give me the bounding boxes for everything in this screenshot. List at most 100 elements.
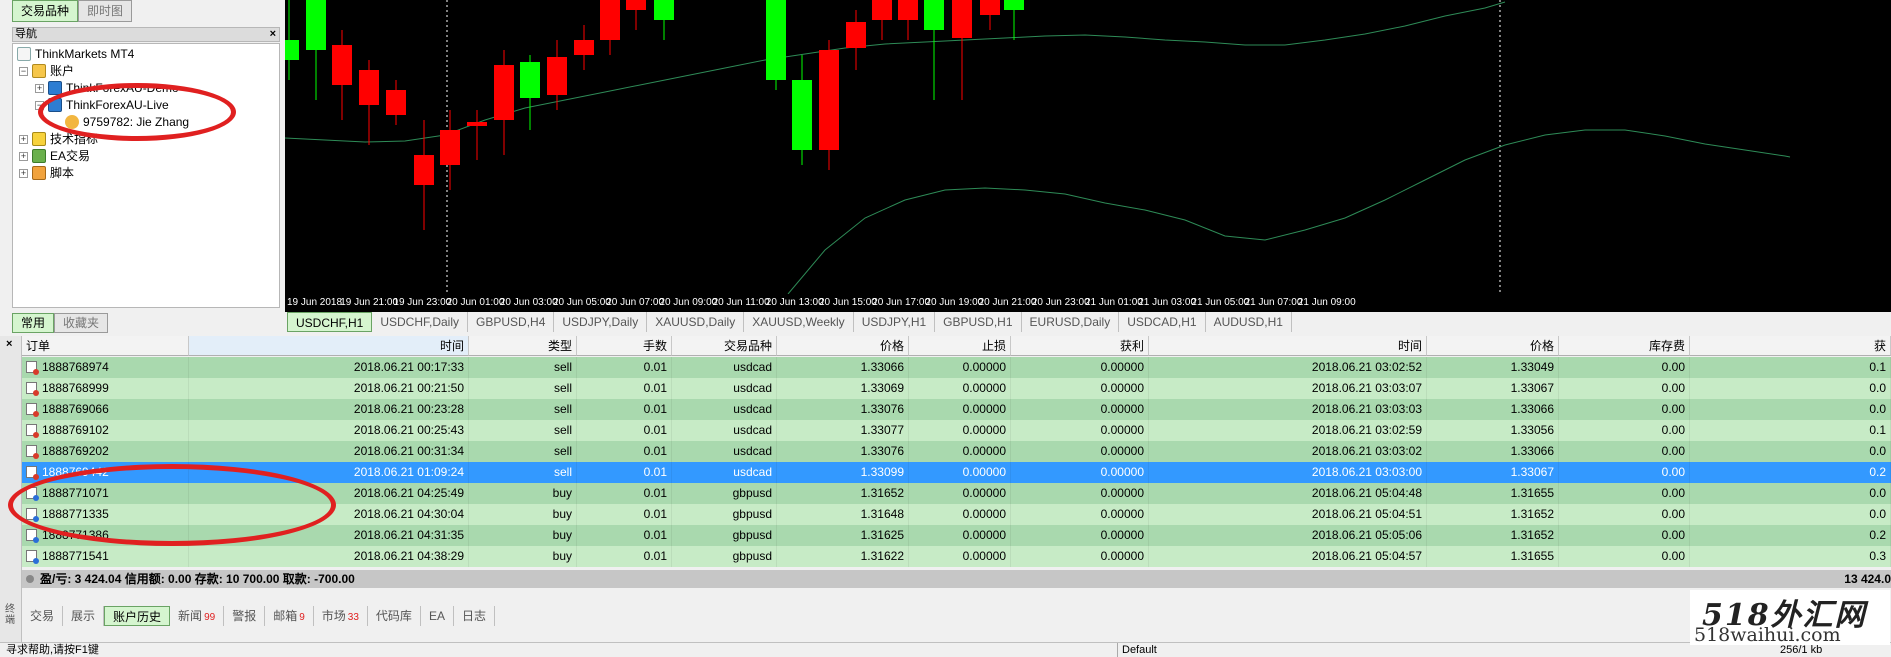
table-cell: 1.33076	[777, 441, 909, 462]
navigator-close-icon[interactable]: ×	[270, 28, 276, 41]
tree-item-accounts[interactable]: − 账户	[19, 62, 74, 80]
table-row[interactable]: 1888769102 2018.06.21 00:25:43 sell 0.01 usd…	[22, 420, 1891, 441]
terminal-tab[interactable]: 警报	[224, 606, 266, 626]
table-row[interactable]: 1888768999 2018.06.21 00:21:50 sell 0.01 usd…	[22, 378, 1891, 399]
terminal-tab[interactable]: 展示	[63, 606, 105, 626]
tree-item-user[interactable]: 9759782: Jie Zhang	[65, 113, 189, 131]
terminal-tab-badge: 9	[299, 612, 305, 623]
status-profile[interactable]: Default	[1117, 643, 1157, 657]
expand-icon[interactable]: +	[19, 168, 28, 178]
chart-tab[interactable]: XAUUSD,Daily	[647, 312, 745, 332]
chart-tab[interactable]: AUDUSD,H1	[1206, 312, 1292, 332]
tree-item-root[interactable]: ThinkMarkets MT4	[17, 45, 134, 63]
column-header[interactable]: 交易品种	[672, 336, 777, 356]
summary-total: 13 424.0	[1844, 572, 1891, 586]
column-header[interactable]: 库存费	[1559, 336, 1690, 356]
tab-common[interactable]: 常用	[12, 313, 55, 333]
column-header[interactable]: 获利	[1011, 336, 1149, 356]
candle-body	[332, 45, 352, 85]
column-header[interactable]: 手数	[577, 336, 672, 356]
tree-item-live-server[interactable]: − ThinkForexAU-Live	[35, 96, 169, 114]
buy-order-icon	[26, 487, 39, 501]
tree-item-label: ThinkForexAU-Live	[66, 98, 169, 112]
watermark-url: 518waihui.com	[1694, 624, 1841, 646]
chart-tab[interactable]: GBPUSD,H1	[935, 312, 1022, 332]
terminal-tab[interactable]: 邮箱 9	[265, 606, 314, 626]
expand-icon[interactable]: +	[19, 151, 28, 161]
table-cell: 0.00	[1559, 462, 1690, 483]
table-cell: buy	[469, 546, 577, 567]
candle-body	[574, 40, 594, 55]
table-cell: 0.0	[1690, 504, 1891, 525]
table-row[interactable]: 1888771386 2018.06.21 04:31:35 buy 0.01 gbpu…	[22, 525, 1891, 546]
table-cell: 2018.06.21 00:23:28	[189, 399, 469, 420]
tree-item-demo-server[interactable]: + ThinkForexAU-Demo	[35, 79, 179, 97]
chart-tab[interactable]: GBPUSD,H4	[468, 312, 555, 332]
chart-tab[interactable]: EURUSD,Daily	[1022, 312, 1120, 332]
table-cell: 0.00000	[909, 357, 1011, 378]
table-cell: 2018.06.21 03:03:00	[1149, 462, 1427, 483]
terminal-tab[interactable]: 新闻 99	[170, 606, 225, 626]
table-row[interactable]: 1888771335 2018.06.21 04:30:04 buy 0.01 gbpu…	[22, 504, 1891, 525]
table-cell: 2018.06.21 04:30:04	[189, 504, 469, 525]
column-header[interactable]: 订单	[22, 336, 189, 356]
tab-favorites[interactable]: 收藏夹	[54, 313, 109, 333]
candlestick-plot[interactable]	[285, 0, 1891, 294]
table-row[interactable]: 1888768974 2018.06.21 00:17:33 sell 0.01 usd…	[22, 357, 1891, 378]
candle-body	[654, 0, 674, 20]
table-cell: 2018.06.21 05:04:48	[1149, 483, 1427, 504]
time-tick-label: 20 Jun 05:00	[553, 297, 611, 308]
column-header[interactable]: 时间	[189, 336, 469, 356]
time-tick-label: 19 Jun 21:00	[340, 297, 399, 308]
table-row[interactable]: 1888771071 2018.06.21 04:25:49 buy 0.01 gbpu…	[22, 483, 1891, 504]
table-row[interactable]: 1888771541 2018.06.21 04:38:29 buy 0.01 gbpu…	[22, 546, 1891, 567]
tree-item-ea[interactable]: + EA交易	[19, 147, 90, 165]
terminal-tab[interactable]: 日志	[454, 606, 495, 626]
chart-tab[interactable]: USDJPY,H1	[854, 312, 936, 332]
tree-item-scripts[interactable]: + 脚本	[19, 164, 74, 182]
table-cell: 0.00000	[909, 399, 1011, 420]
table-cell: 0.00000	[909, 378, 1011, 399]
terminal-tab-label: 警报	[232, 609, 257, 623]
chart-tab[interactable]: USDJPY,Daily	[554, 312, 648, 332]
column-header[interactable]: 类型	[469, 336, 577, 356]
collapse-icon[interactable]: −	[35, 100, 44, 110]
chart-tab[interactable]: USDCHF,H1	[287, 312, 373, 332]
terminal-tab[interactable]: EA	[421, 606, 454, 626]
terminal-close-icon[interactable]: ×	[6, 338, 12, 350]
column-header[interactable]: 止损	[909, 336, 1011, 356]
table-cell: gbpusd	[672, 525, 777, 546]
table-cell: usdcad	[672, 462, 777, 483]
table-cell: 0.0	[1690, 378, 1891, 399]
table-cell: 0.00000	[909, 441, 1011, 462]
expand-icon[interactable]: +	[19, 134, 28, 144]
price-chart[interactable]: 19 Jun 2018 19 Jun 21:00 19 Jun 23:00 20 Ju…	[285, 0, 1891, 312]
terminal-tab[interactable]: 代码库	[368, 606, 421, 626]
table-row[interactable]: 1888769442 2018.06.21 01:09:24 sell 0.01 usd…	[22, 462, 1891, 483]
column-header[interactable]: 时间	[1149, 336, 1427, 356]
terminal-tab[interactable]: 市场 33	[314, 606, 368, 626]
chart-tab[interactable]: USDCHF,Daily	[372, 312, 469, 332]
navigator-title: 导航	[15, 28, 37, 40]
column-header[interactable]: 价格	[777, 336, 909, 356]
column-header[interactable]: 价格	[1427, 336, 1559, 356]
table-row[interactable]: 1888769202 2018.06.21 00:31:34 sell 0.01 usd…	[22, 441, 1891, 462]
terminal-tab[interactable]: 交易	[22, 606, 64, 626]
indicator-icon	[32, 132, 46, 146]
tree-item-label: EA交易	[50, 149, 91, 163]
table-row[interactable]: 1888769066 2018.06.21 00:23:28 sell 0.01 usd…	[22, 399, 1891, 420]
tab-symbols[interactable]: 交易品种	[12, 0, 79, 22]
terminal-side-strip: × 终端	[0, 336, 22, 642]
tab-tick-chart[interactable]: 即时图	[78, 0, 133, 22]
terminal-tab[interactable]: 账户历史	[104, 606, 171, 626]
table-cell: 1.31652	[1427, 504, 1559, 525]
chart-tab[interactable]: USDCAD,H1	[1119, 312, 1206, 332]
collapse-icon[interactable]: −	[19, 66, 28, 76]
expand-icon[interactable]: +	[35, 83, 44, 93]
table-cell: 1888771071	[22, 483, 189, 504]
chart-tab[interactable]: XAUUSD,Weekly	[744, 312, 854, 332]
column-header[interactable]: 获	[1690, 336, 1891, 356]
tree-item-indicators[interactable]: + 技术指标	[19, 130, 98, 148]
table-cell: usdcad	[672, 420, 777, 441]
table-cell: 0.01	[577, 546, 672, 567]
